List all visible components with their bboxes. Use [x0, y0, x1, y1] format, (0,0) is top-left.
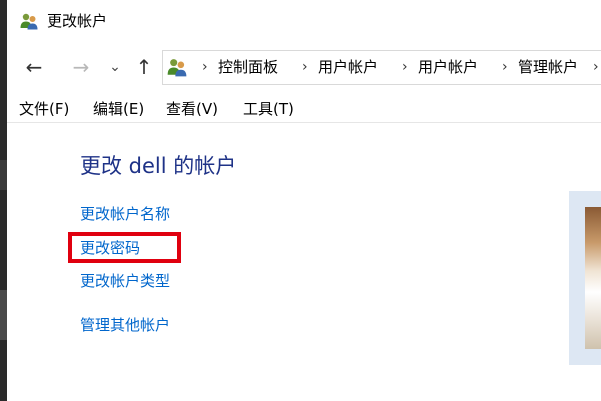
menu-bar: 文件(F) 编辑(E) 查看(V) 工具(T)	[7, 96, 601, 123]
breadcrumb-manage-accounts[interactable]: 管理帐户	[518, 57, 578, 77]
window-title: 更改帐户	[47, 12, 108, 30]
change-account-type-link[interactable]: 更改帐户类型	[80, 270, 170, 292]
background-strip-segment	[0, 160, 7, 190]
navigation-bar: ← → ⌄ ↑ › 控制面板 › 用户帐户 › 用户帐户 › 管理帐户 ›	[7, 46, 601, 88]
forward-arrow-icon[interactable]: →	[68, 54, 94, 80]
background-window-strip	[0, 0, 7, 401]
breadcrumb-user-accounts[interactable]: 用户帐户	[318, 57, 378, 77]
page-title: 更改 dell 的帐户	[80, 154, 237, 178]
avatar[interactable]	[585, 207, 601, 349]
change-account-window: 更改帐户 ← → ⌄ ↑ › 控制面板 › 用户帐户 › 用户帐户 › 管理帐户	[7, 0, 601, 401]
breadcrumb-separator-icon[interactable]: ›	[502, 57, 508, 77]
breadcrumb-user-accounts-2[interactable]: 用户帐户	[418, 57, 478, 77]
highlight-box	[68, 232, 181, 263]
title-bar[interactable]: 更改帐户	[7, 0, 601, 42]
breadcrumb-control-panel[interactable]: 控制面板	[218, 57, 278, 77]
change-account-name-link[interactable]: 更改帐户名称	[80, 203, 170, 225]
back-arrow-icon[interactable]: ←	[21, 54, 47, 80]
avatar-frame	[569, 191, 601, 365]
user-accounts-icon	[166, 56, 188, 78]
breadcrumb-separator-icon[interactable]: ›	[593, 57, 599, 77]
breadcrumb-separator-icon[interactable]: ›	[402, 57, 408, 77]
background-strip-segment	[0, 290, 7, 340]
menu-file[interactable]: 文件(F)	[19, 98, 69, 120]
chevron-down-icon[interactable]: ⌄	[102, 54, 128, 80]
breadcrumb-separator-icon: ›	[202, 59, 208, 75]
breadcrumb-separator-icon[interactable]: ›	[302, 57, 308, 77]
up-arrow-icon[interactable]: ↑	[131, 54, 157, 80]
menu-tools[interactable]: 工具(T)	[243, 98, 294, 120]
manage-other-accounts-link[interactable]: 管理其他帐户	[80, 314, 170, 336]
address-bar[interactable]: › 控制面板 › 用户帐户 › 用户帐户 › 管理帐户 ›	[162, 50, 601, 85]
user-accounts-icon	[19, 11, 39, 31]
menu-view[interactable]: 查看(V)	[166, 98, 218, 120]
menu-edit[interactable]: 编辑(E)	[93, 98, 144, 120]
